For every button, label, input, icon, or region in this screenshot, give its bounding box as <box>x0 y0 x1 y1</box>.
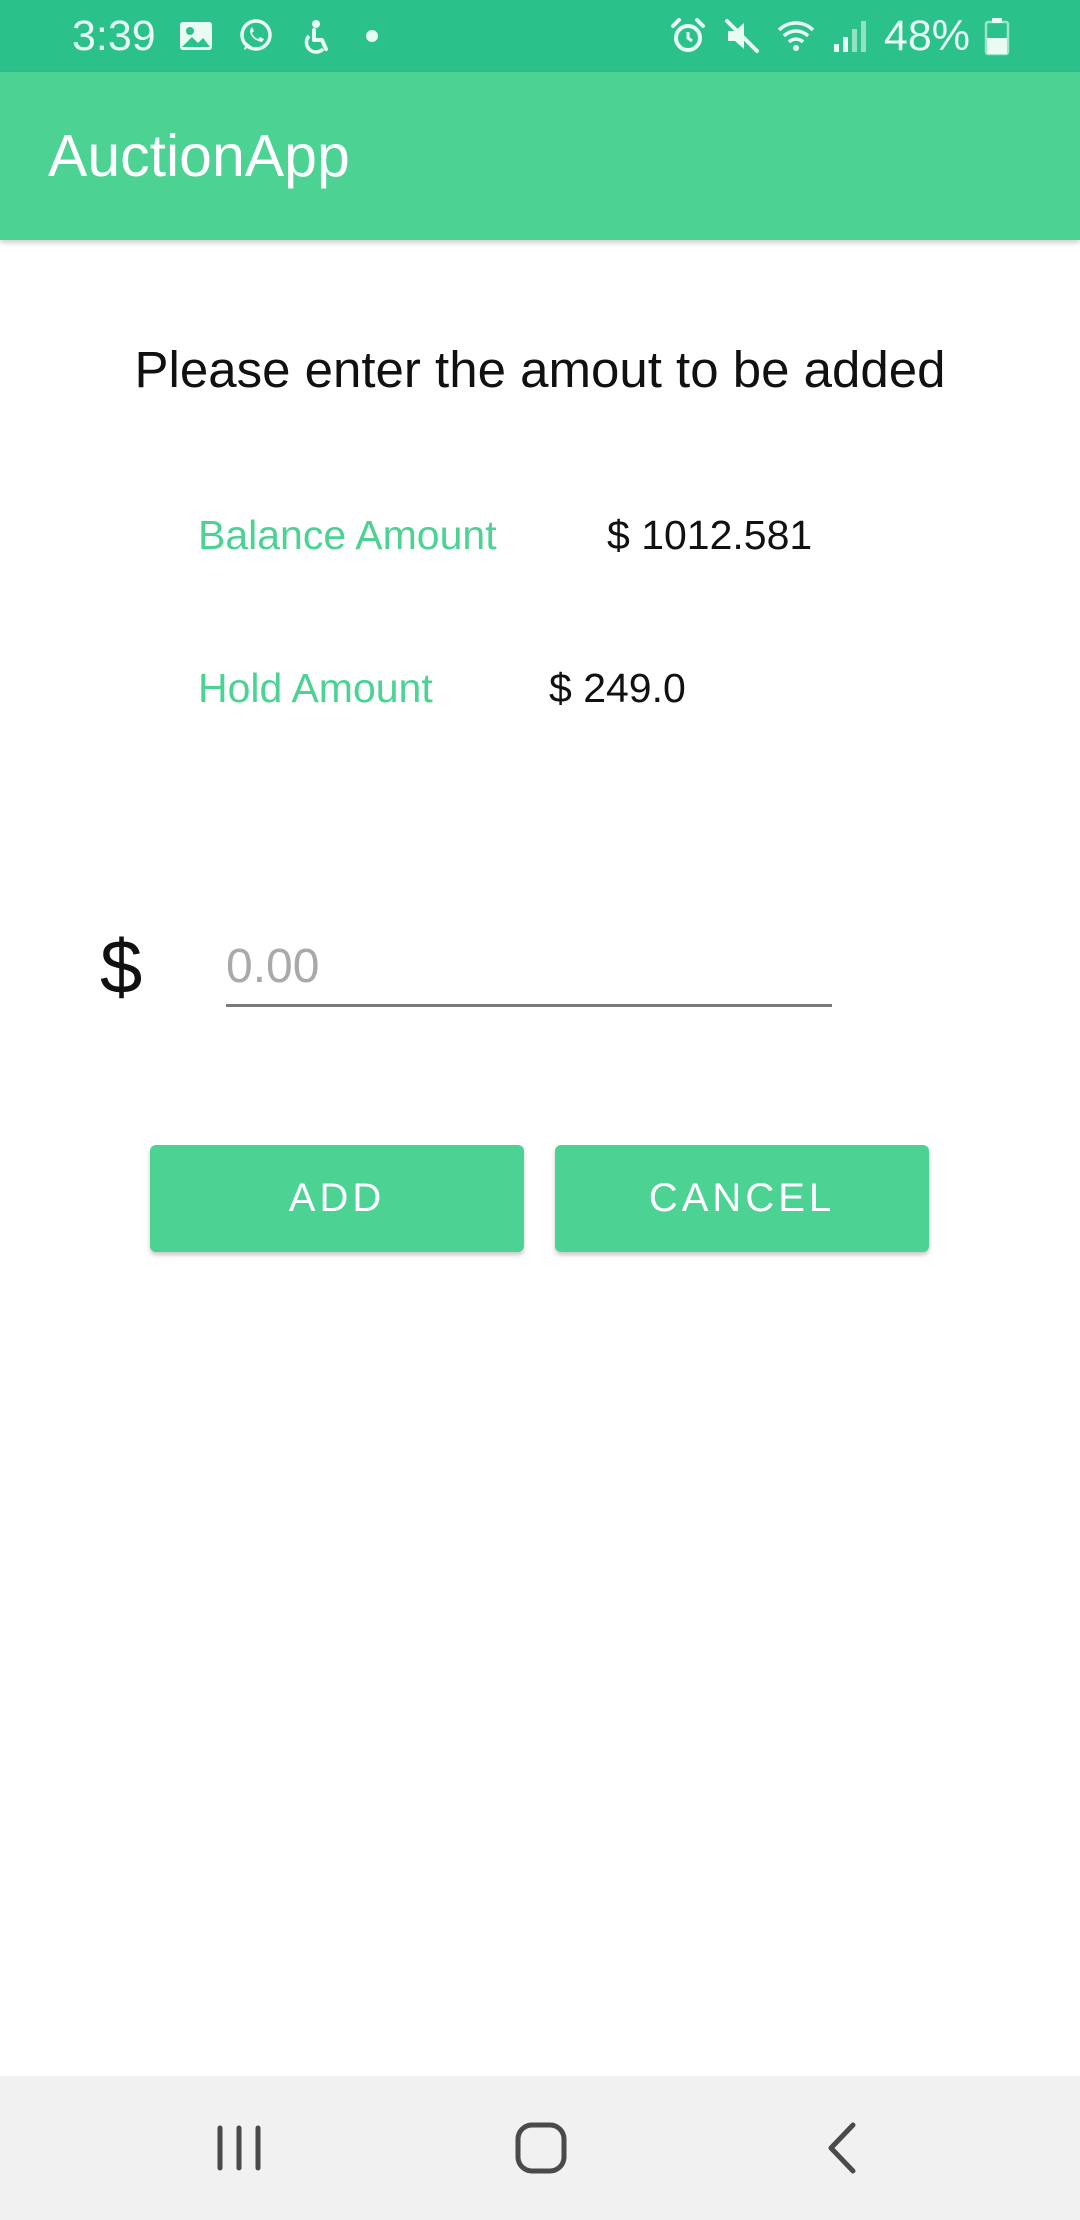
navigation-bar <box>0 2076 1080 2220</box>
balance-amount-value: $ 1012.581 <box>607 512 813 558</box>
app-title: AuctionApp <box>48 123 350 189</box>
battery-percentage: 48% <box>883 12 970 60</box>
app-bar: AuctionApp <box>0 72 1080 240</box>
notification-dot <box>366 30 378 42</box>
back-icon[interactable] <box>807 2112 879 2184</box>
page-prompt: Please enter the amout to be added <box>134 341 946 398</box>
hold-amount-label: Hold Amount <box>198 665 433 711</box>
mute-icon <box>722 16 762 56</box>
accessibility-icon <box>296 16 336 56</box>
recents-icon[interactable] <box>203 2112 275 2184</box>
add-button[interactable]: ADD <box>150 1145 524 1252</box>
currency-symbol: $ <box>100 925 143 1010</box>
status-bar: 3:39 48% <box>0 0 1080 72</box>
wifi-icon <box>776 16 816 56</box>
hold-amount-value: $ 249.0 <box>549 665 686 711</box>
alarm-icon <box>668 16 708 56</box>
status-time: 3:39 <box>72 12 156 60</box>
balance-amount-label: Balance Amount <box>198 512 497 558</box>
whatsapp-icon <box>236 16 276 56</box>
status-system-icons: 48% <box>668 12 1010 60</box>
battery-icon <box>984 16 1010 56</box>
status-notification-icons <box>176 14 378 58</box>
gallery-icon <box>176 16 216 56</box>
signal-icon <box>830 16 870 56</box>
cancel-button[interactable]: CANCEL <box>555 1145 929 1252</box>
amount-input[interactable] <box>226 928 832 1007</box>
home-icon[interactable] <box>505 2112 577 2184</box>
